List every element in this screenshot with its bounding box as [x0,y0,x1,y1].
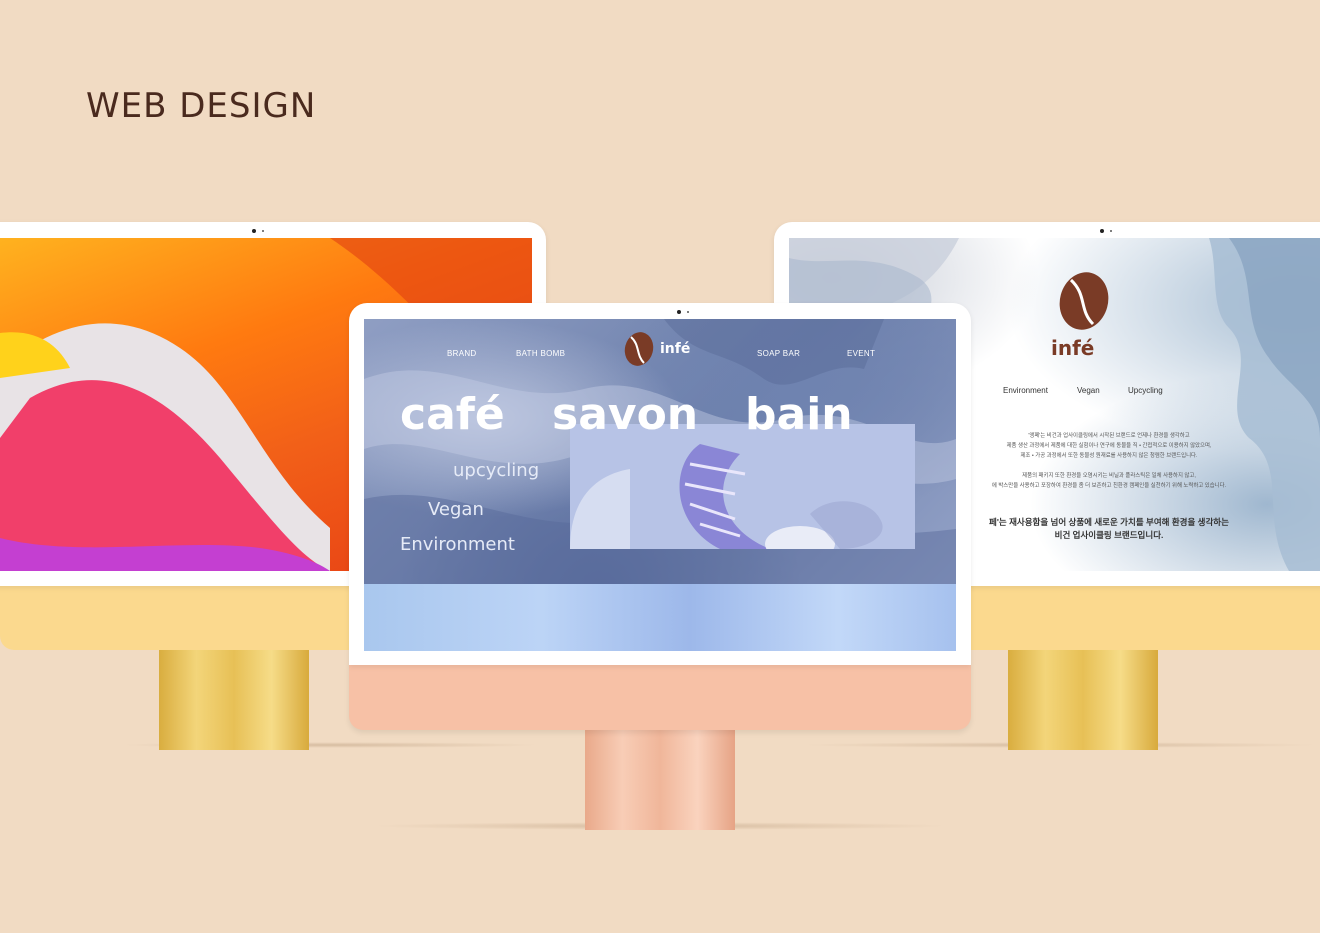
left-monitor-stand [159,648,309,750]
word-vegan: Vegan [428,499,484,520]
nav-event[interactable]: EVENT [847,349,875,358]
nav-bath-bomb[interactable]: BATH BOMB [516,349,565,358]
holographic-band [364,584,956,651]
hero-word-cafe: café [400,389,505,440]
description-line: 제품의 패키지 또한 환경을 오염시키는 비닐과 플라스틱은 일체 사용하지 않… [1022,473,1196,479]
nav-soap-bar[interactable]: SOAP BAR [757,349,800,358]
right-brand-name: infé [1051,336,1095,360]
description-line: '앵페'는 비건과 업사이클링에서 시작된 브랜드로 언제나 환경을 생각하고 [1028,433,1190,439]
nav-brand[interactable]: BRAND [447,349,477,358]
word-upcycling: upcycling [453,460,540,481]
description-line: 제품 생산 과정에서 제품에 대한 실험이나 연구에 동물을 직 • 간접적으로… [1006,443,1212,449]
page-heading: WEB DESIGN [86,86,317,126]
center-brand-logo[interactable]: infé [622,331,702,367]
word-environment: Environment [400,534,515,555]
brand-statement: 페'는 재사용함을 넘어 상품에 새로운 가치를 부여해 환경을 생각하는 비건… [959,516,1259,542]
coffee-bean-icon [1059,272,1109,330]
bath-bomb-illustration [570,444,883,549]
right-brand-logo [1057,270,1111,332]
description-line: 에 박스만을 사용하고 포장하여 환경을 좀 더 보존하고 친환경 캠페인을 실… [991,483,1227,489]
hero-word-savon: savon [552,389,699,440]
bath-bomb-image [570,424,915,549]
tab-environment[interactable]: Environment [1003,386,1048,395]
tab-vegan[interactable]: Vegan [1077,386,1100,395]
description-line: 제조 • 가공 과정에서 또한 동물성 원재료를 사용하지 않은 청렴한 브랜드… [1020,453,1198,459]
hero-word-bain: bain [745,389,853,440]
center-monitor-chin [349,664,971,730]
tab-upcycling[interactable]: Upcycling [1128,386,1163,395]
coffee-bean-icon [624,332,654,366]
statement-line: 비건 업사이클링 브랜드입니다. [1054,530,1164,540]
statement-line: 페'는 재사용함을 넘어 상품에 새로운 가치를 부여해 환경을 생각하는 [989,517,1229,527]
right-monitor-stand [1008,648,1158,750]
brand-description: '앵페'는 비건과 업사이클링에서 시작된 브랜드로 언제나 환경을 생각하고 … [959,431,1259,491]
center-brand-name: infé [660,341,691,357]
center-monitor-stand [585,728,735,830]
center-website-screen: BRAND BATH BOMB SOAP BAR EVENT infé café… [364,319,956,651]
